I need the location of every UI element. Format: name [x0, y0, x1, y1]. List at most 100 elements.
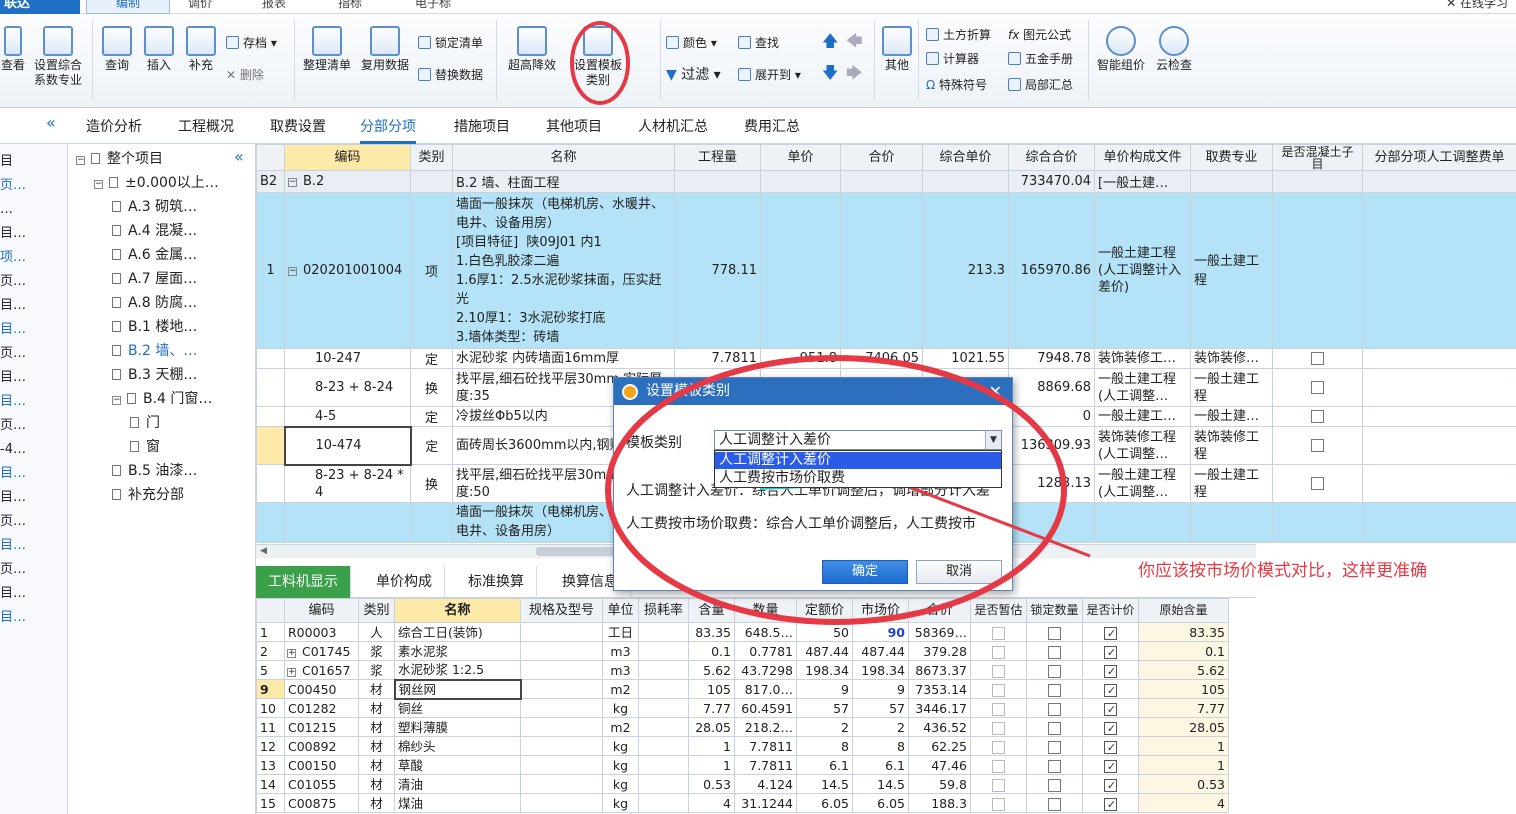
color-button[interactable]: 颜色 ▾ — [666, 34, 717, 52]
set-coefficient-button[interactable]: 设置综合系数专业 — [30, 26, 86, 88]
grid-header-unit-total[interactable]: 综合单价 — [922, 144, 1009, 171]
move-down-button[interactable]: 🡇 — [822, 64, 838, 82]
table-row[interactable]: 10C01282材铜丝kg7.7760.459157573446.177.77 — [256, 698, 1229, 718]
lock-list-button[interactable]: 锁定清单 — [418, 34, 483, 52]
detail-header-cell[interactable]: 是否计价 — [1082, 598, 1139, 623]
left-nav-item[interactable]: 目… — [0, 466, 26, 482]
grid-header-type[interactable]: 类别 — [410, 144, 453, 171]
cloud-check-button[interactable]: 云检查 — [1150, 26, 1198, 73]
super-high-button[interactable]: 超高降效 — [504, 26, 560, 73]
tree-item[interactable]: 补充分部 — [112, 486, 184, 504]
left-nav-item[interactable]: … — [0, 202, 13, 218]
price-checkbox[interactable] — [1104, 702, 1117, 716]
tree-item[interactable]: A.4 混凝… — [112, 222, 197, 240]
organize-list-button[interactable]: 整理清单 — [300, 26, 354, 73]
section-row[interactable]: B2 − B.2 B.2 墙、柱面工程 733470.04 [一般土建… — [256, 170, 1516, 193]
query-button[interactable]: 查询 — [100, 26, 134, 73]
left-nav-item[interactable]: 页… — [0, 562, 26, 578]
move-right-button[interactable]: 🡆 — [846, 64, 863, 82]
lock-checkbox[interactable] — [1048, 759, 1061, 773]
option-labor-market-price[interactable]: 人工费按市场价取费 — [715, 470, 1001, 487]
detail-header-cell[interactable]: 单位 — [602, 598, 639, 623]
tab-cost-analysis[interactable]: 造价分析 — [86, 116, 142, 144]
left-nav-item[interactable]: 目… — [0, 322, 26, 338]
table-row[interactable]: 10-247 定水泥砂浆 内砖墙面16mm厚 7.7811 951.8 7406.05 1… — [256, 348, 1516, 369]
concrete-checkbox[interactable] — [1311, 477, 1324, 490]
lock-checkbox[interactable] — [1048, 702, 1061, 716]
dialog-close-button[interactable]: ✕ — [989, 378, 1002, 405]
detail-header-cell[interactable]: 编码 — [284, 598, 359, 623]
price-checkbox[interactable] — [1104, 664, 1117, 678]
detail-header-cell[interactable]: 类别 — [358, 598, 395, 623]
detail-header-cell[interactable]: 损耗率 — [638, 598, 689, 623]
smart-pricing-button[interactable]: 智能组价 — [1094, 26, 1148, 73]
table-row[interactable]: 11C01215材塑料薄膜m228.05218.2…22436.5228.05 — [256, 717, 1229, 737]
detail-header-cell[interactable]: 合价 — [908, 598, 971, 623]
expand-to-button[interactable]: 展开到 ▾ — [738, 66, 801, 84]
grid-header-concrete[interactable]: 是否混凝土子目 — [1272, 144, 1363, 171]
menu-tab-adjust[interactable]: 调价 — [188, 0, 212, 14]
other-button[interactable]: 其他 — [880, 26, 914, 73]
est-checkbox[interactable] — [992, 645, 1005, 659]
detail-header-cell[interactable]: 市场价 — [852, 598, 909, 623]
table-row[interactable]: 13C00150材草酸kg17.78116.16.147.461 — [256, 755, 1229, 775]
est-checkbox[interactable] — [992, 797, 1005, 811]
tree-item[interactable]: − ±0.000以上… — [94, 174, 219, 192]
tab-measures[interactable]: 措施项目 — [454, 116, 510, 144]
left-nav-item[interactable]: 页… — [0, 274, 26, 290]
tab-unit-price-composition[interactable]: 单价构成 — [364, 566, 445, 598]
detail-header-cell[interactable]: 名称 — [394, 598, 521, 623]
collapse-tree-button[interactable]: « — [234, 148, 244, 166]
collapse-icon[interactable]: − — [76, 156, 85, 165]
est-checkbox[interactable] — [992, 702, 1005, 716]
lock-checkbox[interactable] — [1048, 683, 1061, 697]
price-checkbox[interactable] — [1104, 759, 1117, 773]
detail-header-cell[interactable]: 规格及型号 — [520, 598, 603, 623]
tree-item[interactable]: 门 — [130, 414, 160, 432]
est-checkbox[interactable] — [992, 683, 1005, 697]
tree-item[interactable]: B.3 天棚… — [112, 366, 197, 384]
tree-item[interactable]: A.7 屋面… — [112, 270, 197, 288]
table-row[interactable]: 5 + C01657 浆水泥砂浆 1:2.5 m3 5.62 43.7298 198.34 19… — [256, 660, 1229, 680]
grid-header-labor-adjust[interactable]: 分部分项人工调整费单 — [1362, 144, 1516, 171]
insert-button[interactable]: 插入 — [142, 26, 176, 73]
left-nav-item[interactable]: 页… — [0, 418, 26, 434]
left-nav-item[interactable]: 目… — [0, 226, 26, 242]
concrete-checkbox[interactable] — [1311, 352, 1324, 365]
hardware-manual-button[interactable]: 五金手册 — [1008, 50, 1073, 68]
online-help-link[interactable]: ✕ 在线学习 — [1446, 0, 1508, 14]
grid-header-sum[interactable]: 合价 — [840, 144, 923, 171]
grid-header-price-file[interactable]: 单价构成文件 — [1094, 144, 1191, 171]
left-nav-item[interactable]: 目… — [0, 586, 26, 602]
grid-header-name[interactable]: 名称 — [452, 144, 675, 171]
ok-button[interactable]: 确定 — [822, 560, 908, 584]
est-checkbox[interactable] — [992, 778, 1005, 792]
lock-checkbox[interactable] — [1048, 778, 1061, 792]
tree-item[interactable]: B.2 墙、… — [112, 342, 197, 360]
table-row[interactable]: 2 + C01745 浆素水泥浆 m3 0.1 0.7781 487.44 487.44 379.… — [256, 641, 1229, 661]
scroll-left-icon[interactable]: ◀ — [260, 546, 267, 556]
table-row[interactable]: 9C00450材钢丝网m2105817.0…997353.14105 — [256, 678, 1229, 700]
left-nav-item[interactable]: 页… — [0, 514, 26, 530]
concrete-checkbox[interactable] — [1311, 410, 1324, 423]
est-checkbox[interactable] — [992, 721, 1005, 735]
template-category-select[interactable]: 人工调整计入差价 ▼ — [714, 430, 1002, 450]
tree-item[interactable]: − 整个项目 — [76, 150, 163, 168]
est-checkbox[interactable] — [992, 626, 1005, 640]
tab-fee-settings[interactable]: 取费设置 — [270, 116, 326, 144]
cancel-button[interactable]: 取消 — [916, 560, 1002, 584]
tab-standard-conversion[interactable]: 标准换算 — [456, 566, 537, 598]
lock-checkbox[interactable] — [1048, 645, 1061, 659]
tree-item[interactable]: 窗 — [130, 438, 160, 456]
detail-header-cell[interactable]: 原始含量 — [1138, 598, 1229, 623]
collapse-icon[interactable]: − — [112, 396, 121, 405]
grid-header-total[interactable]: 综合合价 — [1008, 144, 1095, 171]
move-up-button[interactable]: 🡅 — [822, 32, 838, 50]
lock-checkbox[interactable] — [1048, 664, 1061, 678]
detail-header-cell[interactable]: 锁定数量 — [1026, 598, 1083, 623]
tree-item[interactable]: B.5 油漆… — [112, 462, 197, 480]
table-row[interactable]: 12C00892材棉纱头kg17.78118862.251 — [256, 736, 1229, 756]
price-checkbox[interactable] — [1104, 721, 1117, 735]
grid-header-major[interactable]: 取费专业 — [1190, 144, 1273, 171]
price-checkbox[interactable] — [1104, 645, 1117, 659]
